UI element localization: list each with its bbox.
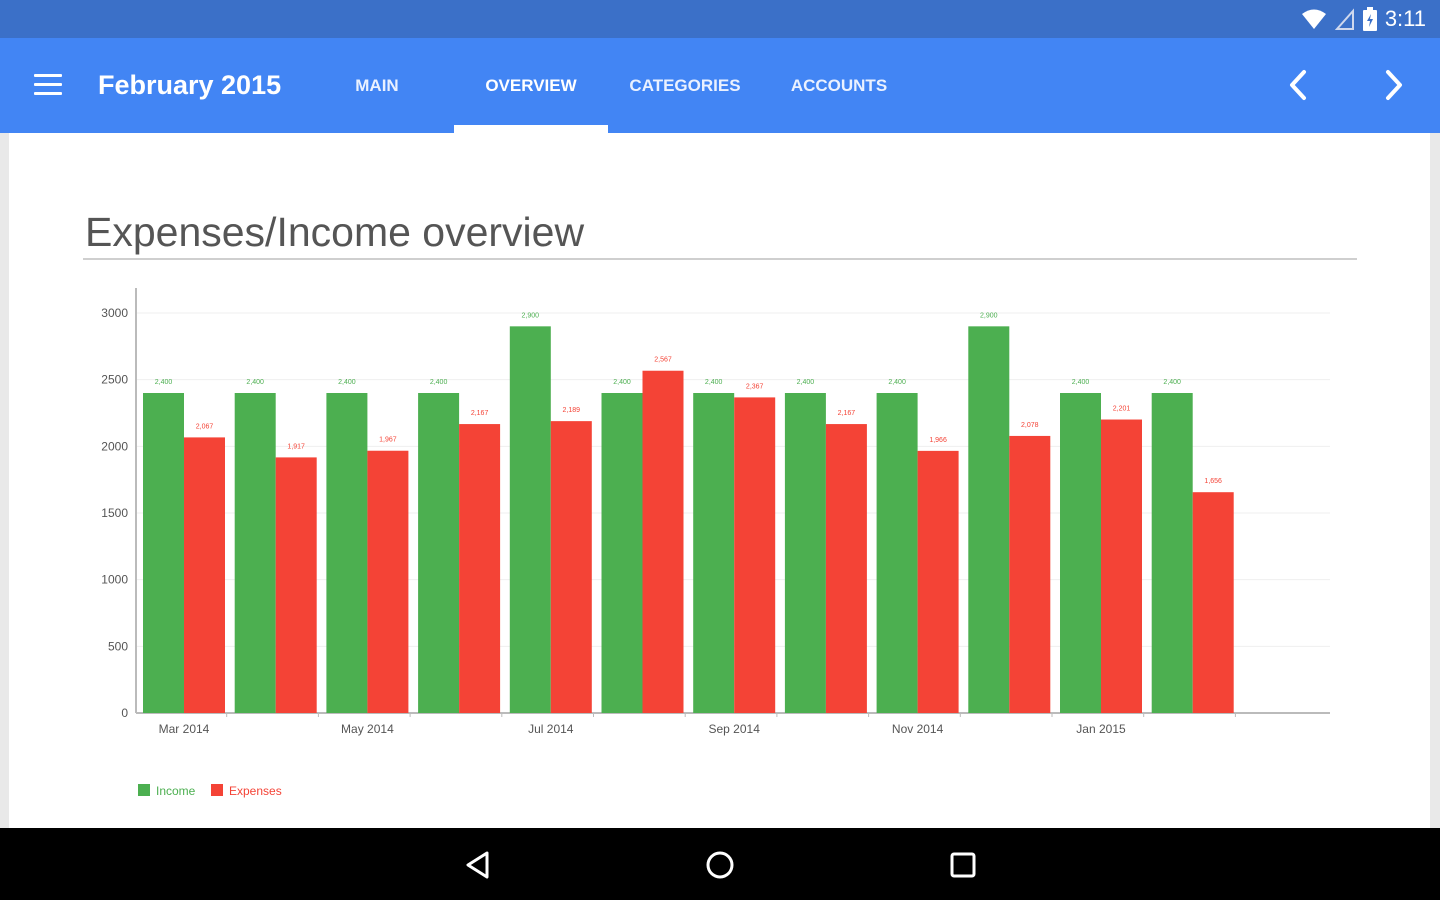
status-time: 3:11 bbox=[1384, 6, 1426, 31]
expenses-value-label: 1,966 bbox=[929, 437, 947, 444]
expenses-value-label: 2,201 bbox=[1113, 406, 1131, 413]
expenses-bar bbox=[734, 397, 776, 713]
expenses-value-label: 1,656 bbox=[1204, 478, 1222, 485]
income-bar bbox=[968, 326, 1010, 713]
expenses-bar bbox=[642, 370, 684, 713]
income-value-label: 2,400 bbox=[613, 379, 631, 386]
overview-card: Expenses/Income overview 0 500 1000 1500 200… bbox=[9, 133, 1430, 828]
wifi-icon bbox=[1301, 8, 1327, 30]
x-tick-label: Jul 2014 bbox=[528, 722, 574, 736]
expenses-value-label: 2,167 bbox=[838, 410, 856, 417]
income-legend-swatch bbox=[138, 784, 150, 796]
y-tick-label: 500 bbox=[108, 639, 128, 653]
expenses-bar bbox=[825, 424, 867, 713]
expenses-bar bbox=[550, 421, 592, 713]
y-tick-label: 2000 bbox=[101, 439, 128, 453]
income-bar bbox=[784, 393, 826, 713]
expenses-bar bbox=[459, 424, 501, 713]
income-bar bbox=[326, 393, 368, 713]
home-icon[interactable] bbox=[703, 848, 737, 882]
expenses-bar bbox=[1101, 419, 1142, 713]
y-tick-label: 1500 bbox=[101, 506, 128, 520]
income-value-label: 2,400 bbox=[705, 379, 723, 386]
income-value-label: 2,400 bbox=[338, 379, 356, 386]
expenses-legend-label: Expenses bbox=[229, 784, 282, 798]
expenses-value-label: 2,067 bbox=[196, 423, 214, 430]
income-bar bbox=[143, 393, 184, 713]
system-nav-bar bbox=[0, 828, 1440, 900]
income-bar bbox=[1151, 393, 1193, 713]
expenses-value-label: 2,567 bbox=[654, 357, 672, 364]
signal-icon bbox=[1334, 8, 1355, 30]
income-bar bbox=[876, 393, 918, 713]
expenses-bar bbox=[367, 450, 409, 713]
app-bar: February 2015 MAIN OVERVIEW CATEGORIES A… bbox=[0, 38, 1440, 133]
back-icon[interactable] bbox=[461, 848, 495, 882]
tab-overview[interactable]: OVERVIEW bbox=[454, 38, 608, 133]
expenses-bar bbox=[1192, 492, 1234, 713]
income-value-label: 2,400 bbox=[430, 379, 448, 386]
x-tick-label: Sep 2014 bbox=[709, 722, 761, 736]
x-tick-label: May 2014 bbox=[341, 722, 394, 736]
income-value-label: 2,400 bbox=[155, 379, 173, 386]
income-legend-label: Income bbox=[156, 784, 196, 798]
x-tick-label: Mar 2014 bbox=[159, 722, 210, 736]
recents-icon[interactable] bbox=[946, 848, 980, 882]
income-value-label: 2,400 bbox=[1163, 379, 1181, 386]
income-bar bbox=[418, 393, 460, 713]
active-tab-indicator bbox=[454, 125, 608, 133]
expenses-value-label: 2,367 bbox=[746, 383, 764, 390]
expenses-value-label: 1,967 bbox=[379, 437, 397, 444]
income-bar bbox=[1060, 393, 1101, 713]
expenses-legend-swatch bbox=[211, 784, 223, 796]
y-tick-label: 1000 bbox=[101, 573, 128, 587]
tab-categories[interactable]: CATEGORIES bbox=[616, 38, 754, 133]
expenses-bar bbox=[1009, 435, 1051, 713]
income-value-label: 2,900 bbox=[980, 312, 998, 319]
expenses-value-label: 2,167 bbox=[471, 410, 489, 417]
income-value-label: 2,400 bbox=[246, 379, 264, 386]
income-bar bbox=[509, 326, 551, 713]
y-tick-label: 2500 bbox=[101, 373, 128, 387]
expenses-value-label: 2,078 bbox=[1021, 422, 1039, 429]
y-tick-label: 3000 bbox=[101, 306, 128, 320]
income-value-label: 2,400 bbox=[888, 379, 906, 386]
tab-accounts[interactable]: ACCOUNTS bbox=[776, 38, 902, 133]
income-value-label: 2,900 bbox=[522, 312, 540, 319]
expenses-value-label: 1,917 bbox=[287, 443, 305, 450]
income-bar bbox=[601, 393, 643, 713]
status-bar: 3:11 bbox=[0, 0, 1440, 38]
income-value-label: 2,400 bbox=[1072, 379, 1090, 386]
income-bar bbox=[693, 393, 735, 713]
income-value-label: 2,400 bbox=[797, 379, 815, 386]
page-title: February 2015 bbox=[98, 70, 282, 100]
x-tick-label: Jan 2015 bbox=[1076, 722, 1126, 736]
chevron-right-icon[interactable] bbox=[1378, 68, 1408, 102]
battery-icon bbox=[1362, 7, 1377, 31]
expenses-value-label: 2,189 bbox=[563, 407, 581, 414]
menu-icon[interactable] bbox=[34, 74, 62, 96]
income-bar bbox=[234, 393, 276, 713]
expenses-bar bbox=[917, 450, 959, 713]
expenses-bar bbox=[184, 437, 225, 713]
tab-main[interactable]: MAIN bbox=[332, 38, 422, 133]
expenses-bar bbox=[275, 457, 317, 713]
status-indicators: 3:11 bbox=[1301, 6, 1426, 32]
expenses-income-chart: 0 500 1000 1500 2000 2500 3000 2,400 2,067 2,400 1… bbox=[101, 288, 1330, 798]
x-tick-label: Nov 2014 bbox=[892, 722, 944, 736]
y-tick-label: 0 bbox=[121, 706, 128, 720]
chevron-left-icon[interactable] bbox=[1284, 68, 1314, 102]
